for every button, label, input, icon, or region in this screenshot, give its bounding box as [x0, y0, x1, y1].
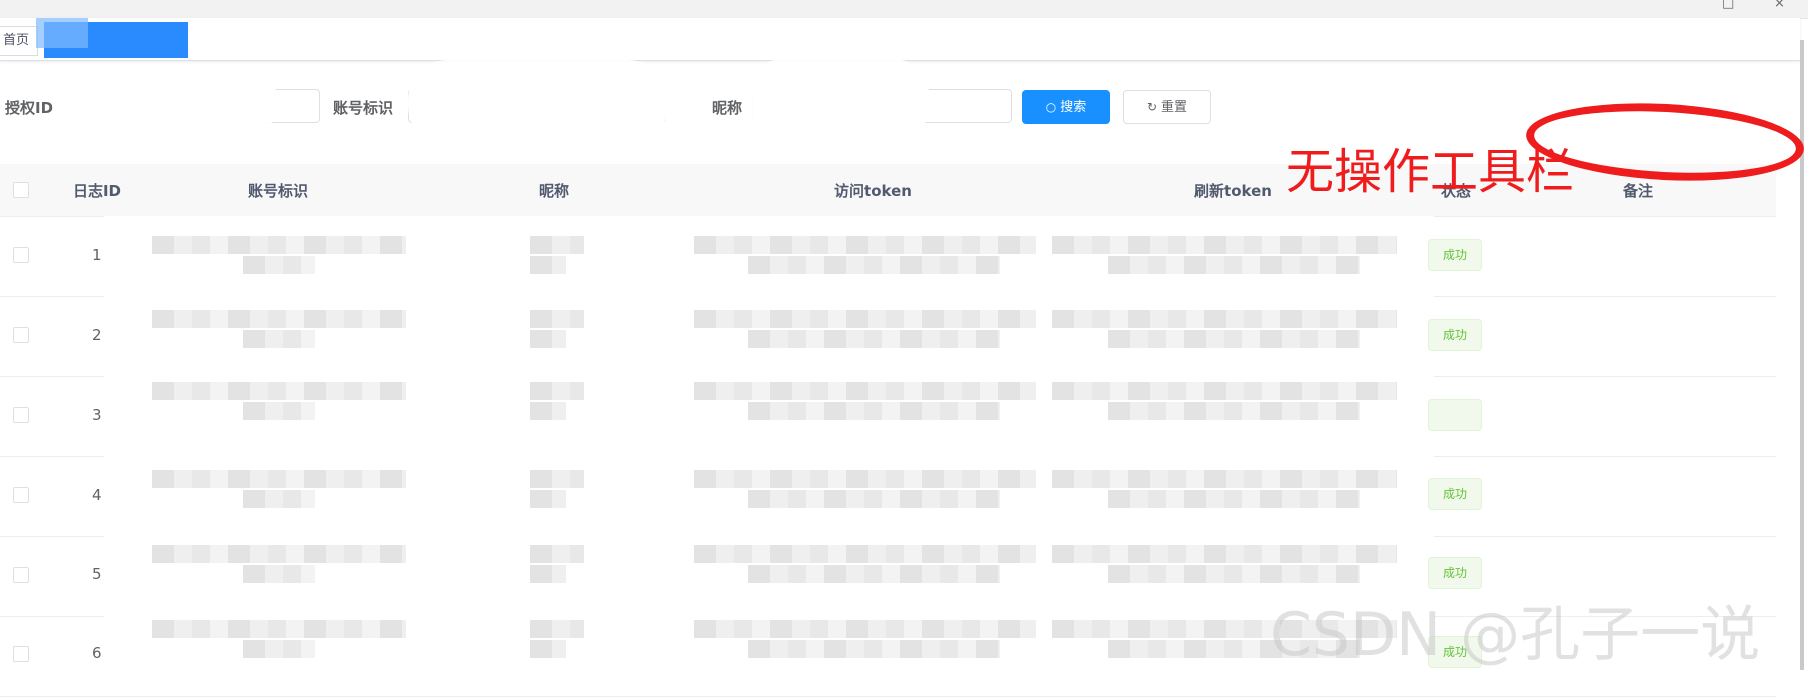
redacted-cell [152, 236, 406, 254]
row-checkbox[interactable] [13, 567, 29, 583]
redacted-cell [152, 310, 406, 328]
column-header-access-token: 访问token [834, 182, 912, 200]
redacted-cell [748, 490, 1000, 508]
redacted-cell [530, 545, 584, 563]
redacted-cell [1052, 236, 1397, 254]
status-badge: 成功 [1428, 239, 1482, 271]
nickname-label: 昵称 [712, 99, 743, 117]
watermark: CSDN @孔子一说 [1270, 600, 1761, 670]
redacted-cell [1108, 490, 1360, 508]
redacted-cell [694, 470, 1036, 488]
account-label: 账号标识 [333, 99, 394, 117]
redacted-cell [243, 330, 315, 348]
search-icon: ○ [1045, 100, 1057, 114]
log-id-cell: 2 [92, 326, 102, 344]
maximize-button[interactable]: □ [1722, 0, 1734, 11]
auth-id-label: 授权ID [5, 99, 54, 117]
redacted-cell [530, 382, 584, 400]
redacted-cell [530, 330, 566, 348]
redaction-overlay [104, 216, 1434, 670]
log-id-cell: 6 [92, 644, 102, 662]
redacted-cell [530, 640, 566, 658]
redacted-cell [748, 330, 1000, 348]
search-button-label: 搜索 [1060, 100, 1087, 115]
redacted-cell [1052, 382, 1397, 400]
redacted-cell [748, 256, 1000, 274]
scrollbar[interactable] [1800, 40, 1804, 670]
column-header-log-id: 日志ID [72, 182, 122, 200]
row-checkbox[interactable] [13, 646, 29, 662]
log-id-cell: 4 [92, 486, 102, 504]
row-checkbox[interactable] [13, 407, 29, 423]
log-id-cell: 5 [92, 565, 102, 583]
redacted-cell [694, 545, 1036, 563]
column-header-refresh-token: 刷新token [1194, 182, 1272, 200]
tab-home[interactable]: 首页 [0, 26, 39, 56]
select-all-checkbox[interactable] [13, 182, 29, 198]
redacted-cell [530, 256, 566, 274]
column-header-account: 账号标识 [247, 182, 309, 200]
redacted-cell [1052, 545, 1397, 563]
search-button[interactable]: ○ 搜索 [1022, 90, 1110, 124]
redacted-cell [243, 256, 315, 274]
redacted-cell [152, 545, 406, 563]
redacted-cell [530, 310, 584, 328]
status-badge: 成功 [1428, 478, 1482, 510]
redaction-blur [52, 78, 280, 130]
redacted-cell [694, 236, 1036, 254]
redacted-cell [152, 620, 406, 638]
redacted-cell [694, 310, 1036, 328]
row-checkbox[interactable] [13, 327, 29, 343]
log-id-cell: 3 [92, 406, 102, 424]
status-badge-redacted [1428, 399, 1482, 431]
redacted-cell [1108, 256, 1360, 274]
redacted-cell [243, 490, 315, 508]
redacted-cell [530, 236, 584, 254]
redacted-cell [748, 565, 1000, 583]
status-badge: 成功 [1428, 319, 1482, 351]
redacted-cell [530, 402, 566, 420]
reset-button[interactable]: ↻ 重置 [1123, 90, 1211, 124]
refresh-icon: ↻ [1146, 100, 1158, 114]
redacted-cell [530, 620, 584, 638]
redacted-cell [748, 402, 1000, 420]
row-checkbox[interactable] [13, 247, 29, 263]
redacted-cell [243, 402, 315, 420]
column-header-remark: 备注 [1622, 182, 1654, 200]
redacted-cell [694, 382, 1036, 400]
log-id-cell: 1 [92, 246, 102, 264]
redacted-cell [694, 620, 1036, 638]
redacted-cell [1108, 330, 1360, 348]
close-button[interactable]: × [1774, 0, 1785, 11]
redacted-cell [152, 382, 406, 400]
redaction-blur [408, 60, 668, 146]
redacted-cell [243, 640, 315, 658]
redaction-blur [746, 58, 930, 144]
redacted-cell [530, 470, 584, 488]
redacted-cell [152, 470, 406, 488]
redacted-cell [1108, 402, 1360, 420]
redacted-cell [748, 640, 1000, 658]
redacted-cell [530, 490, 566, 508]
tab-active-redacted[interactable] [36, 18, 188, 58]
redacted-cell [530, 565, 566, 583]
status-badge: 成功 [1428, 557, 1482, 589]
tabs-bar [0, 18, 1800, 61]
row-checkbox[interactable] [13, 487, 29, 503]
redacted-cell [243, 565, 315, 583]
window-title-bar [0, 0, 1808, 19]
redacted-cell [1052, 470, 1397, 488]
column-header-nickname: 昵称 [538, 182, 570, 200]
redacted-cell [1108, 565, 1360, 583]
redacted-cell [1052, 310, 1397, 328]
reset-button-label: 重置 [1161, 100, 1188, 115]
